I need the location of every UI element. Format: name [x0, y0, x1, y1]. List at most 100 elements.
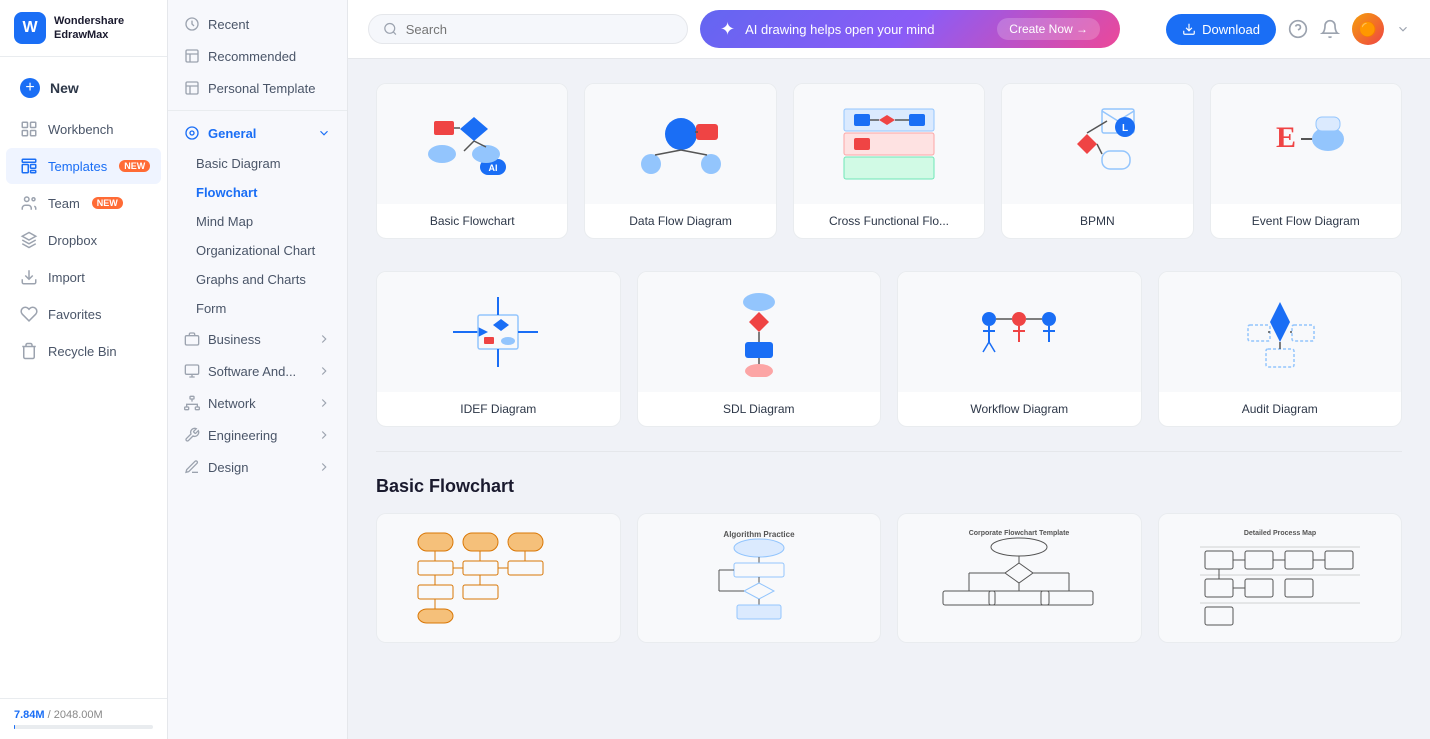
- middle-item-recent[interactable]: Recent: [168, 8, 347, 40]
- general-icon: [184, 125, 200, 141]
- sidebar-item-favorites[interactable]: Favorites: [6, 296, 161, 332]
- category-software[interactable]: Software And...: [168, 355, 347, 387]
- template-bpmn[interactable]: L BPMN: [1001, 83, 1193, 239]
- category-design[interactable]: Design: [168, 451, 347, 483]
- storage-bar: [14, 725, 153, 729]
- workbench-icon: [20, 120, 38, 138]
- svg-text:Corporate Flowchart Template: Corporate Flowchart Template: [969, 530, 1070, 537]
- storage-fill: [14, 725, 15, 729]
- template-label-workflow: Workflow Diagram: [898, 392, 1141, 426]
- import-icon: [20, 268, 38, 286]
- engineering-icon: [184, 427, 200, 443]
- create-now-btn[interactable]: Create Now →: [997, 18, 1100, 40]
- bottom-card-3[interactable]: Corporate Flowchart Template: [897, 513, 1142, 643]
- template-img-data-flow: [585, 84, 775, 204]
- bottom-card-img-2: Algorithm Practice: [638, 514, 881, 642]
- template-label-data-flow: Data Flow Diagram: [585, 204, 775, 238]
- divider-section: [376, 451, 1402, 452]
- template-img-bpmn: L: [1002, 84, 1192, 204]
- chevron-right-icon2: [317, 364, 331, 378]
- sub-basic-diagram[interactable]: Basic Diagram: [168, 149, 347, 178]
- plus-icon: +: [20, 78, 40, 98]
- template-data-flow[interactable]: Data Flow Diagram: [584, 83, 776, 239]
- download-button[interactable]: Download: [1166, 14, 1276, 45]
- sidebar-item-team[interactable]: Team NEW: [6, 185, 161, 221]
- content-area: AI Basic Flowchart: [348, 59, 1430, 739]
- bottom-card-img-3: Corporate Flowchart Template: [898, 514, 1141, 642]
- sidebar-item-recycle[interactable]: Recycle Bin: [6, 333, 161, 369]
- template-sdl[interactable]: SDL Diagram: [637, 271, 882, 427]
- search-box[interactable]: [368, 14, 688, 44]
- sidebar-item-workbench[interactable]: Workbench: [6, 111, 161, 147]
- template-img-event-flow: E: [1211, 84, 1401, 204]
- download-icon: [1182, 22, 1196, 36]
- template-idef[interactable]: IDEF Diagram: [376, 271, 621, 427]
- sidebar: W Wondershare EdrawMax + New Workbench T…: [0, 0, 168, 739]
- topbar-right: Download 🟠: [1166, 13, 1410, 45]
- sub-form[interactable]: Form: [168, 294, 347, 323]
- avatar[interactable]: 🟠: [1352, 13, 1384, 45]
- sub-flowchart[interactable]: Flowchart: [168, 178, 347, 207]
- sub-graphs[interactable]: Graphs and Charts: [168, 265, 347, 294]
- recent-icon: [184, 16, 200, 32]
- template-cross-functional[interactable]: Cross Functional Flo...: [793, 83, 985, 239]
- divider: [168, 110, 347, 111]
- sidebar-nav: + New Workbench Templates NEW Team NEW D…: [0, 57, 167, 698]
- bottom-card-4[interactable]: Detailed Process Map: [1158, 513, 1403, 643]
- svg-text:Algorithm Practice: Algorithm Practice: [723, 530, 795, 539]
- sub-mind-map[interactable]: Mind Map: [168, 207, 347, 236]
- sidebar-item-new[interactable]: + New: [6, 69, 161, 107]
- design-icon: [184, 459, 200, 475]
- chevron-down-icon: [317, 126, 331, 140]
- category-business[interactable]: Business: [168, 323, 347, 355]
- category-network[interactable]: Network: [168, 387, 347, 419]
- search-input[interactable]: [406, 22, 673, 37]
- template-label-event-flow: Event Flow Diagram: [1211, 204, 1401, 238]
- logo: W Wondershare EdrawMax: [0, 0, 167, 57]
- help-icon[interactable]: [1288, 19, 1308, 39]
- sub-org-chart[interactable]: Organizational Chart: [168, 236, 347, 265]
- sidebar-item-dropbox[interactable]: Dropbox: [6, 222, 161, 258]
- software-icon: [184, 363, 200, 379]
- middle-item-personal[interactable]: Personal Template: [168, 72, 347, 104]
- template-audit[interactable]: Audit Diagram: [1158, 271, 1403, 427]
- template-img-idef: [377, 272, 620, 392]
- bottom-card-2[interactable]: Algorithm Practice: [637, 513, 882, 643]
- template-label-cross-functional: Cross Functional Flo...: [794, 204, 984, 238]
- template-basic-flowchart[interactable]: AI Basic Flowchart: [376, 83, 568, 239]
- category-general[interactable]: General: [168, 117, 347, 149]
- main-content: ✦ AI drawing helps open your mind Create…: [348, 0, 1430, 739]
- network-icon: [184, 395, 200, 411]
- middle-item-recommended[interactable]: Recommended: [168, 40, 347, 72]
- recommended-icon: [184, 48, 200, 64]
- chevron-right-icon3: [317, 396, 331, 410]
- section-title: Basic Flowchart: [376, 476, 1402, 497]
- template-label-sdl: SDL Diagram: [638, 392, 881, 426]
- sidebar-item-import[interactable]: Import: [6, 259, 161, 295]
- favorites-icon: [20, 305, 38, 323]
- template-grid-row1: AI Basic Flowchart: [376, 83, 1402, 239]
- template-event-flow[interactable]: E Event Flow Diagram: [1210, 83, 1402, 239]
- template-label-idef: IDEF Diagram: [377, 392, 620, 426]
- template-workflow[interactable]: Workflow Diagram: [897, 271, 1142, 427]
- middle-panel: Recent Recommended Personal Template Gen…: [168, 0, 348, 739]
- ai-banner[interactable]: ✦ AI drawing helps open your mind Create…: [700, 10, 1120, 48]
- templates-icon: [20, 157, 38, 175]
- template-img-basic-flowchart: AI: [377, 84, 567, 204]
- dropbox-icon: [20, 231, 38, 249]
- bottom-grid: Algorithm Practice: [376, 513, 1402, 643]
- chevron-right-icon4: [317, 428, 331, 442]
- sidebar-item-templates[interactable]: Templates NEW: [6, 148, 161, 184]
- template-img-audit: [1159, 272, 1402, 392]
- ai-icon: ✦: [720, 19, 735, 40]
- team-badge: NEW: [92, 197, 123, 209]
- bottom-card-1[interactable]: [376, 513, 621, 643]
- team-icon: [20, 194, 38, 212]
- bell-icon[interactable]: [1320, 19, 1340, 39]
- template-label-audit: Audit Diagram: [1159, 392, 1402, 426]
- category-engineering[interactable]: Engineering: [168, 419, 347, 451]
- chevron-right-icon5: [317, 460, 331, 474]
- bottom-card-img-4: Detailed Process Map: [1159, 514, 1402, 642]
- sidebar-footer: 7.84M / 2048.00M: [0, 698, 167, 739]
- caret-down-icon[interactable]: [1396, 22, 1410, 36]
